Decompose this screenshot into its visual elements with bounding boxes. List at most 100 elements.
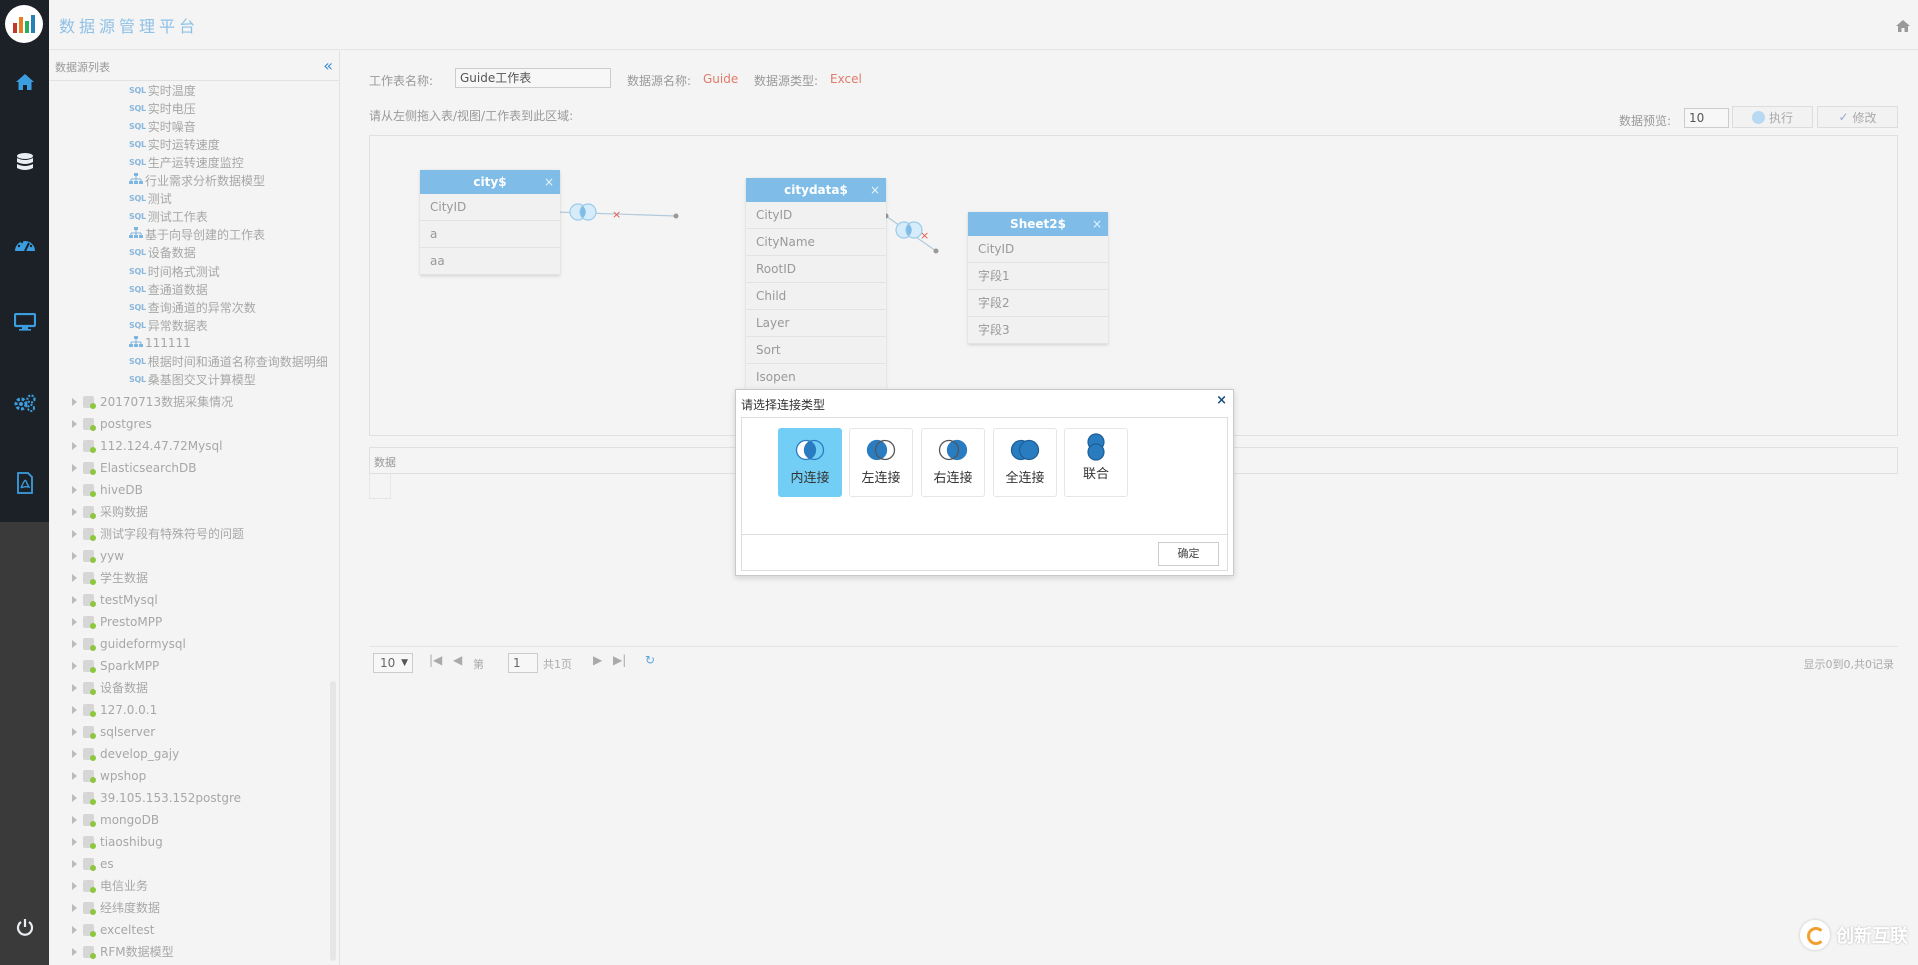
table-field[interactable]: 字段3 bbox=[968, 317, 1108, 344]
datasource-item[interactable]: 采购数据 bbox=[69, 503, 148, 521]
expand-icon[interactable] bbox=[69, 507, 79, 517]
union-option[interactable]: 联合 bbox=[1064, 428, 1128, 497]
confirm-button[interactable]: 确定 bbox=[1158, 542, 1219, 566]
table-sheet2[interactable]: Sheet2$ × CityID 字段1 字段2 字段3 bbox=[968, 212, 1108, 344]
settings-icon[interactable] bbox=[0, 383, 49, 423]
prev-page-icon[interactable]: ◀ bbox=[453, 653, 462, 667]
left-join-option[interactable]: 左连接 bbox=[849, 428, 913, 497]
power-icon[interactable] bbox=[0, 907, 49, 947]
tree-child-item[interactable]: 111111 bbox=[129, 334, 191, 352]
monitor-icon[interactable] bbox=[0, 302, 49, 342]
table-field[interactable]: RootID bbox=[746, 256, 886, 283]
datasource-item[interactable]: SparkMPP bbox=[69, 657, 159, 675]
datasource-item[interactable]: sqlserver bbox=[69, 723, 155, 741]
datasource-item[interactable]: 设备数据 bbox=[69, 679, 148, 697]
expand-icon[interactable] bbox=[69, 903, 79, 913]
datasource-item[interactable]: wpshop bbox=[69, 767, 146, 785]
header-home-icon[interactable] bbox=[1896, 20, 1910, 35]
collapse-sidebar-icon[interactable]: « bbox=[323, 56, 333, 75]
expand-icon[interactable] bbox=[69, 793, 79, 803]
tree-child-item[interactable]: SQL 实时电压 bbox=[129, 99, 196, 117]
run-button[interactable]: 执行 bbox=[1732, 106, 1813, 128]
expand-icon[interactable] bbox=[69, 683, 79, 693]
table-city[interactable]: city$ × CityID a aa bbox=[420, 170, 560, 275]
tree-child-item[interactable]: SQL 查询通道的异常次数 bbox=[129, 298, 256, 316]
expand-icon[interactable] bbox=[69, 595, 79, 605]
page-number-input[interactable]: 1 bbox=[508, 653, 538, 673]
preview-count-input[interactable]: 10 bbox=[1684, 108, 1729, 128]
edit-button[interactable]: ✓ 修改 bbox=[1817, 106, 1898, 128]
expand-icon[interactable] bbox=[69, 485, 79, 495]
table-field[interactable]: CityID bbox=[746, 202, 886, 229]
table-header[interactable]: city$ × bbox=[420, 170, 560, 194]
datasource-item[interactable]: es bbox=[69, 855, 114, 873]
tree-child-item[interactable]: SQL 时间格式测试 bbox=[129, 262, 220, 280]
close-table-icon[interactable]: × bbox=[1092, 212, 1102, 236]
first-page-icon[interactable]: |◀ bbox=[429, 653, 442, 667]
datasource-item[interactable]: tiaoshibug bbox=[69, 833, 163, 851]
tree-child-item[interactable]: SQL 根据时间和通道名称查询数据明细 bbox=[129, 353, 328, 371]
sheet-name-input[interactable]: Guide工作表 bbox=[455, 68, 611, 88]
table-field[interactable]: 字段1 bbox=[968, 263, 1108, 290]
close-table-icon[interactable]: × bbox=[870, 178, 880, 202]
tree-child-item[interactable]: SQL 异常数据表 bbox=[129, 316, 208, 334]
table-field[interactable]: Isopen bbox=[746, 364, 886, 390]
close-table-icon[interactable]: × bbox=[544, 170, 554, 194]
tree-child-item[interactable]: SQL 查通道数据 bbox=[129, 280, 208, 298]
datasource-item[interactable]: 学生数据 bbox=[69, 569, 148, 587]
datasource-item[interactable]: ElasticsearchDB bbox=[69, 459, 197, 477]
full-join-option[interactable]: 全连接 bbox=[993, 428, 1057, 497]
join-type-icon-2[interactable] bbox=[895, 221, 923, 239]
datasource-item[interactable]: mongoDB bbox=[69, 811, 159, 829]
tree-child-item[interactable]: SQL 生产运转速度监控 bbox=[129, 153, 244, 171]
datasource-item[interactable]: exceltest bbox=[69, 921, 154, 939]
tree-child-item[interactable]: SQL 测试工作表 bbox=[129, 208, 208, 226]
last-page-icon[interactable]: ▶| bbox=[613, 653, 626, 667]
expand-icon[interactable] bbox=[69, 947, 79, 957]
expand-icon[interactable] bbox=[69, 573, 79, 583]
table-header[interactable]: Sheet2$ × bbox=[968, 212, 1108, 236]
datasource-item[interactable]: RFM数据模型 bbox=[69, 943, 174, 961]
expand-icon[interactable] bbox=[69, 639, 79, 649]
table-header[interactable]: citydata$ × bbox=[746, 178, 886, 202]
expand-icon[interactable] bbox=[69, 441, 79, 451]
table-field[interactable]: CityID bbox=[420, 194, 560, 221]
home-icon[interactable] bbox=[0, 62, 49, 102]
datasource-item[interactable]: guideformysql bbox=[69, 635, 186, 653]
sidebar-scrollbar[interactable] bbox=[330, 681, 336, 961]
expand-icon[interactable] bbox=[69, 837, 79, 847]
table-field[interactable]: Sort bbox=[746, 337, 886, 364]
tree-child-item[interactable]: SQL 实时运转速度 bbox=[129, 135, 220, 153]
datasource-item[interactable]: hiveDB bbox=[69, 481, 143, 499]
expand-icon[interactable] bbox=[69, 881, 79, 891]
dashboard-icon[interactable] bbox=[0, 224, 49, 264]
expand-icon[interactable] bbox=[69, 551, 79, 561]
expand-icon[interactable] bbox=[69, 617, 79, 627]
expand-icon[interactable] bbox=[69, 749, 79, 759]
expand-icon[interactable] bbox=[69, 771, 79, 781]
datasource-item[interactable]: testMysql bbox=[69, 591, 158, 609]
datasource-item[interactable]: 20170713数据采集情况 bbox=[69, 393, 233, 411]
datasource-item[interactable]: 测试字段有特殊符号的问题 bbox=[69, 525, 244, 543]
table-field[interactable]: a bbox=[420, 221, 560, 248]
tree-child-item[interactable]: 行业需求分析数据模型 bbox=[129, 172, 265, 190]
expand-icon[interactable] bbox=[69, 661, 79, 671]
tree-child-item[interactable]: SQL 桑基图交叉计算模型 bbox=[129, 371, 256, 389]
expand-icon[interactable] bbox=[69, 705, 79, 715]
table-citydata[interactable]: citydata$ × CityID CityName RootID Child … bbox=[746, 178, 886, 390]
table-field[interactable]: aa bbox=[420, 248, 560, 275]
refresh-icon[interactable]: ↻ bbox=[645, 653, 655, 667]
expand-icon[interactable] bbox=[69, 815, 79, 825]
datasource-item[interactable]: 39.105.153.152postgre bbox=[69, 789, 241, 807]
tree-child-item[interactable]: SQL 实时噪音 bbox=[129, 117, 196, 135]
datasource-item[interactable]: 112.124.47.72Mysql bbox=[69, 437, 222, 455]
join-type-icon-1[interactable] bbox=[569, 203, 597, 221]
page-size-select[interactable]: 10 ▼ bbox=[373, 653, 413, 673]
datasource-item[interactable]: 127.0.0.1 bbox=[69, 701, 157, 719]
tree-child-item[interactable]: 基于向导创建的工作表 bbox=[129, 226, 265, 244]
right-join-option[interactable]: 右连接 bbox=[921, 428, 985, 497]
next-page-icon[interactable]: ▶ bbox=[593, 653, 602, 667]
expand-icon[interactable] bbox=[69, 529, 79, 539]
table-field[interactable]: Layer bbox=[746, 310, 886, 337]
expand-icon[interactable] bbox=[69, 727, 79, 737]
